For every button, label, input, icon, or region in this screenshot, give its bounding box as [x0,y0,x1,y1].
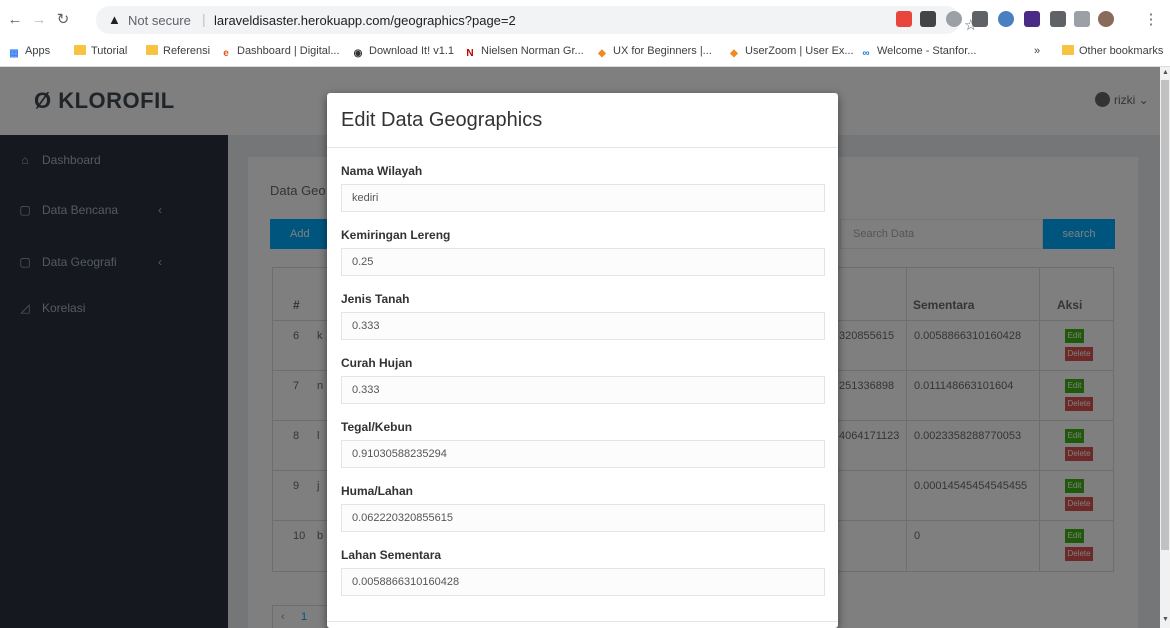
bookmark-item[interactable]: Referensi [146,45,210,57]
nn-icon: N [466,48,474,59]
bookmark-item[interactable]: Tutorial [74,45,127,57]
label-jenis-tanah: Jenis Tanah [341,292,410,306]
tegal-kebun-input[interactable] [341,440,825,468]
menu-dots-icon[interactable]: ⋮ [1142,11,1160,29]
reload-icon[interactable]: ↻ [54,11,72,29]
label-huma-lahan: Huma/Lahan [341,484,414,498]
other-bookmarks[interactable]: Other bookmarks [1062,45,1163,57]
fox-icon: ◆ [598,48,606,59]
extension-icon[interactable] [946,11,962,27]
label-curah-hujan: Curah Hujan [341,356,413,370]
bookmark-item[interactable]: ◉ Download It! v1.1 [352,45,454,60]
bookmark-item[interactable]: ∞ Welcome - Stanfor... [860,45,976,60]
curah-hujan-input[interactable] [341,376,825,404]
more-bookmarks-chevron[interactable]: » [1034,45,1040,57]
media-icon[interactable] [1074,11,1090,27]
fox-icon: ◆ [730,48,738,59]
label-tegal-kebun: Tegal/Kebun [341,420,413,434]
scrollbar-thumb[interactable] [1161,80,1169,550]
edx-icon: e [223,48,229,59]
coursera-icon: ∞ [862,48,870,59]
address-bar[interactable]: ▲ Not secure | laraveldisaster.herokuapp… [96,6,977,34]
jenis-tanah-input[interactable] [341,312,825,340]
browser-toolbar: ← → ↻ ▲ Not secure | laraveldisaster.her… [0,0,1170,40]
bookmark-item[interactable]: e Dashboard | Digital... [220,45,339,60]
extension-icon[interactable] [1024,11,1040,27]
url-text[interactable]: laraveldisaster.herokuapp.com/geographic… [214,13,516,28]
edit-modal: Edit Data Geographics Nama Wilayah Kemir… [327,93,838,628]
folder-icon [74,45,86,55]
folder-icon [146,45,158,55]
bookmarks-bar: ▦ Apps Tutorial Referensi e Dashboard | Di… [0,40,1170,67]
bookmark-item[interactable]: N Nielsen Norman Gr... [464,45,583,60]
modal-header-divider [327,147,838,148]
label-kemiringan-lereng: Kemiringan Lereng [341,228,451,242]
extension-icon[interactable] [920,11,936,27]
apps-grid-icon: ▦ [9,48,19,59]
label-nama-wilayah: Nama Wilayah [341,164,423,178]
lahan-sementara-input[interactable] [341,568,825,596]
url-separator: | [202,11,206,27]
not-secure-label[interactable]: Not secure [128,13,191,28]
kemiringan-lereng-input[interactable] [341,248,825,276]
warning-icon: ▲ [108,12,121,27]
profile-avatar-icon[interactable] [1098,11,1114,27]
folder-icon [1062,45,1074,55]
extension-icon[interactable] [972,11,988,27]
modal-footer-divider [327,621,838,622]
extensions-puzzle-icon[interactable] [1050,11,1066,27]
extension-icon[interactable] [896,11,912,27]
label-lahan-sementara: Lahan Sementara [341,548,442,562]
extension-icon[interactable] [998,11,1014,27]
download-site-icon: ◉ [353,48,363,59]
scroll-down-arrow-icon[interactable]: ▼ [1162,616,1169,623]
back-icon[interactable]: ← [6,11,24,29]
scroll-up-arrow-icon[interactable]: ▲ [1162,69,1169,76]
bookmark-item[interactable]: ◆ UX for Beginners |... [596,45,712,60]
modal-title: Edit Data Geographics [341,109,543,131]
nama-wilayah-input[interactable] [341,184,825,212]
forward-icon[interactable]: → [30,11,48,29]
bookmark-apps[interactable]: ▦ Apps [8,45,50,60]
huma-lahan-input[interactable] [341,504,825,532]
bookmark-item[interactable]: ◆ UserZoom | User Ex... [728,45,853,60]
